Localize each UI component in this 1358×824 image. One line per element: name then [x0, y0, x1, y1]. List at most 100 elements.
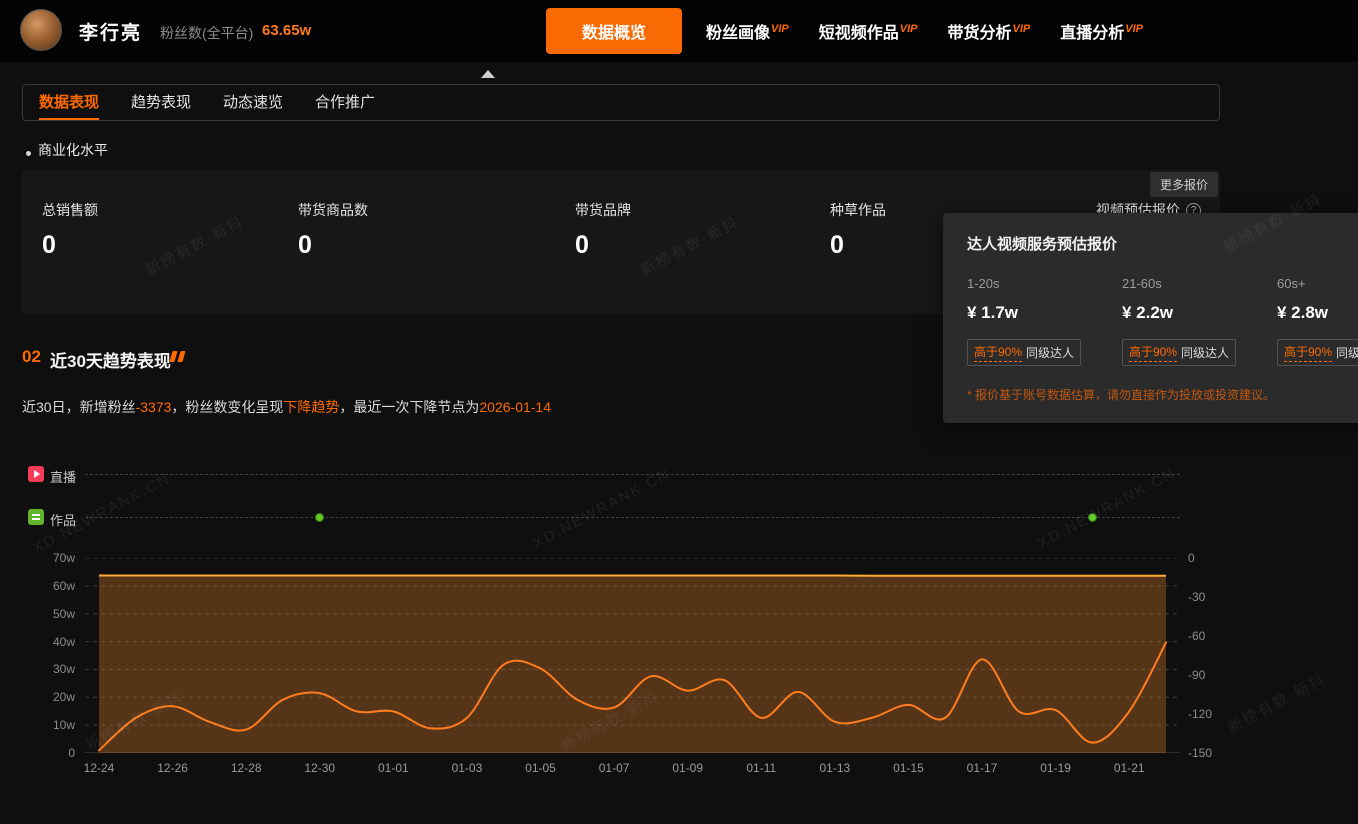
rank-percent: 高于90% [974, 343, 1022, 362]
avatar[interactable] [20, 9, 62, 51]
x-axis-tick: 01-11 [731, 761, 791, 775]
vip-badge: VIP [1125, 23, 1143, 35]
x-axis-tick: 01-15 [878, 761, 938, 775]
nav-label: 带货分析 [948, 25, 1012, 42]
stat-total-sales: 总销售额 0 [42, 200, 98, 260]
stat-label: 带货商品数 [298, 200, 368, 220]
caret-up-icon [481, 70, 495, 78]
summary-text: ，最近一次下降节点为 [339, 399, 479, 415]
summary-text: ，粉丝数变化呈现 [171, 399, 283, 415]
x-axis-tick: 01-05 [511, 761, 571, 775]
y-axis-left-tick: 70w [53, 551, 75, 565]
main-nav: 数据概览 粉丝画像VIP 短视频作品VIP 带货分析VIP 直播分析VIP [546, 0, 1143, 62]
live-timeline [85, 474, 1180, 475]
stat-label: 总销售额 [42, 200, 98, 220]
new-fans-delta: -3373 [136, 399, 172, 415]
price-value: ¥ 2.2w [1122, 303, 1277, 323]
stat-value: 0 [298, 231, 368, 260]
y-axis-left-tick: 60w [53, 579, 75, 593]
drop-date: 2026-01-14 [479, 399, 551, 415]
rank-peer-label: 同级达人 [1026, 344, 1074, 361]
rank-peer-label: 同级达人 [1181, 344, 1229, 361]
header: 李行亮 粉丝数(全平台) 63.65w 数据概览 粉丝画像VIP 短视频作品VI… [0, 0, 1358, 62]
price-value: ¥ 2.8w [1277, 303, 1358, 323]
area-fill [99, 576, 1166, 754]
summary-text: 近30日，新增粉丝 [22, 399, 136, 415]
quote-popup: 达人视频服务预估报价 1-20s ¥ 1.7w 高于90% 同级达人 21-60… [943, 213, 1358, 423]
nav-label: 直播分析 [1060, 25, 1124, 42]
rank-peer-label: 同级达人 [1336, 344, 1358, 361]
x-axis-tick: 12-24 [69, 761, 129, 775]
nav-label: 粉丝画像 [706, 25, 770, 42]
nav-live-analysis[interactable]: 直播分析VIP [1060, 19, 1143, 43]
vip-badge: VIP [1013, 23, 1031, 35]
price-value: ¥ 1.7w [967, 303, 1122, 323]
x-axis-tick: 12-30 [290, 761, 350, 775]
section-number: 02 [22, 347, 41, 367]
y-axis-right-tick: -120 [1188, 707, 1212, 721]
nav-commerce-analysis[interactable]: 带货分析VIP [948, 19, 1031, 43]
legend-works-label: 作品 [50, 510, 76, 529]
rank-badge: 高于90% 同级达人 [967, 339, 1081, 366]
y-axis-right: 0-30-60-90-120-150 [1188, 558, 1248, 753]
creator-name: 李行亮 [79, 18, 142, 45]
more-quotes-button[interactable]: 更多报价 [1150, 172, 1218, 197]
rank-badge: 高于90% 同级达人 [1277, 339, 1358, 366]
works-icon [28, 509, 44, 525]
tab-bar: 数据表现 趋势表现 动态速览 合作推广 [22, 84, 1220, 121]
stat-seeding-works: 种草作品 0 [830, 200, 886, 260]
x-axis: 12-2412-2612-2812-3001-0101-0301-0501-07… [85, 761, 1180, 777]
y-axis-left-tick: 20w [53, 690, 75, 704]
stat-value: 0 [42, 231, 98, 260]
page: 李行亮 粉丝数(全平台) 63.65w 数据概览 粉丝画像VIP 短视频作品VI… [0, 0, 1358, 824]
rank-badge: 高于90% 同级达人 [1122, 339, 1236, 366]
bullet-dot [26, 151, 31, 156]
live-icon [28, 466, 44, 482]
nav-short-video[interactable]: 短视频作品VIP [819, 19, 918, 43]
nav-fan-portrait[interactable]: 粉丝画像VIP [706, 19, 789, 43]
work-marker-dot[interactable] [315, 513, 324, 522]
y-axis-left-tick: 40w [53, 635, 75, 649]
nav-data-overview[interactable]: 数据概览 [546, 8, 682, 54]
y-axis-left: 70w60w50w40w30w20w10w0 [0, 558, 75, 753]
y-axis-right-tick: -60 [1188, 629, 1205, 643]
x-axis-tick: 01-21 [1099, 761, 1159, 775]
rank-percent: 高于90% [1284, 343, 1332, 362]
y-axis-left-tick: 30w [53, 662, 75, 676]
nav-label: 短视频作品 [819, 25, 899, 42]
stat-brand-count: 带货品牌 0 [575, 200, 631, 260]
y-axis-right-tick: -30 [1188, 590, 1205, 604]
quote-column-60s-plus: 60s+ ¥ 2.8w 高于90% 同级达人 [1277, 276, 1358, 366]
x-axis-tick: 01-01 [363, 761, 423, 775]
stat-value: 0 [830, 231, 886, 260]
fans-count-value: 63.65w [262, 22, 311, 39]
duration-label: 21-60s [1122, 276, 1277, 291]
work-marker-dot[interactable] [1088, 513, 1097, 522]
vip-badge: VIP [900, 23, 918, 35]
x-axis-tick: 01-13 [805, 761, 865, 775]
tab-cooperation-promotion[interactable]: 合作推广 [315, 85, 375, 120]
quote-column-21-60s: 21-60s ¥ 2.2w 高于90% 同级达人 [1122, 276, 1277, 366]
trend-chart-svg [85, 558, 1180, 753]
y-axis-left-tick: 0 [68, 746, 75, 760]
y-axis-left-tick: 10w [53, 718, 75, 732]
tab-dynamic-overview[interactable]: 动态速览 [223, 85, 283, 120]
y-axis-right-tick: -150 [1188, 746, 1212, 760]
vip-badge: VIP [771, 23, 789, 35]
legend-live-label: 直播 [50, 467, 76, 486]
tab-data-performance[interactable]: 数据表现 [39, 85, 99, 120]
duration-label: 60s+ [1277, 276, 1358, 291]
x-axis-tick: 12-26 [143, 761, 203, 775]
trend-direction: 下降趋势 [283, 399, 339, 415]
watermark-text: XD.NEWRANK.CN [530, 465, 674, 552]
quote-marks-icon [171, 351, 184, 362]
trend-chart[interactable] [85, 558, 1180, 753]
tab-trend-performance[interactable]: 趋势表现 [131, 85, 191, 120]
fans-count-label: 粉丝数(全平台) [160, 23, 253, 43]
y-axis-right-tick: 0 [1188, 551, 1195, 565]
stat-label: 带货品牌 [575, 200, 631, 220]
trend-summary: 近30日，新增粉丝-3373，粉丝数变化呈现下降趋势，最近一次下降节点为2026… [22, 397, 551, 417]
x-axis-tick: 01-03 [437, 761, 497, 775]
x-axis-tick: 01-07 [584, 761, 644, 775]
x-axis-tick: 12-28 [216, 761, 276, 775]
